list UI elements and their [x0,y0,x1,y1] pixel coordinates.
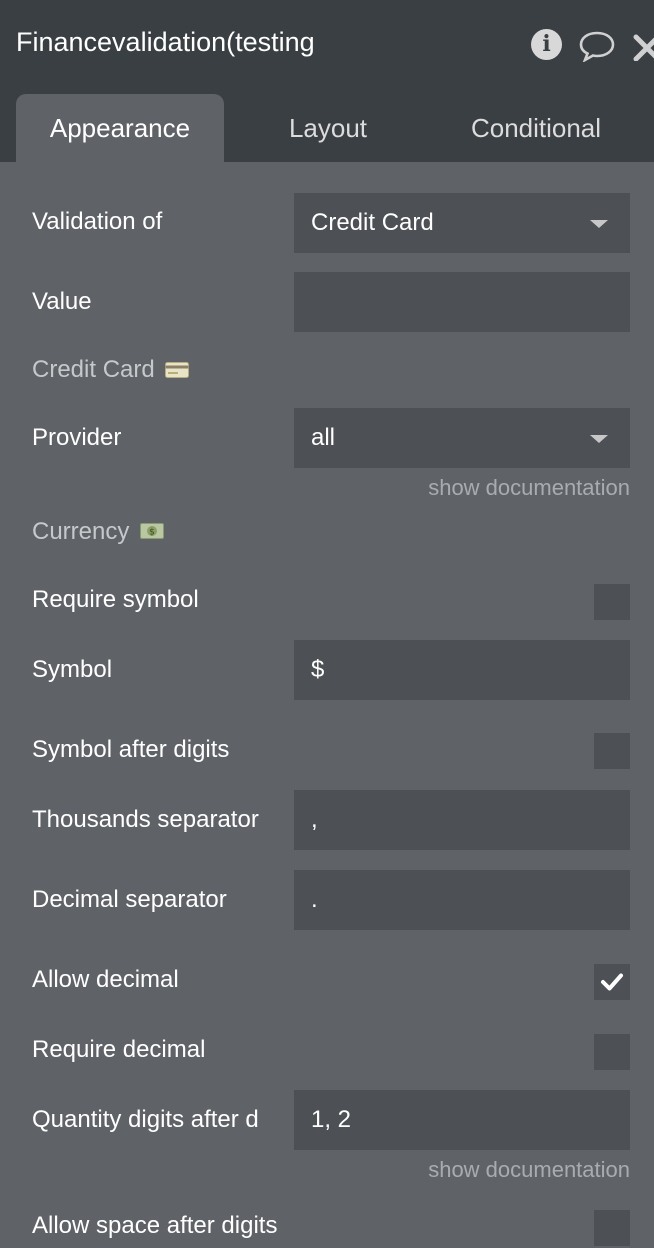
decimal-separator-label: Decimal separator [32,886,227,913]
allow-space-after-digits-label: Allow space after digits [32,1212,278,1239]
require-symbol-label: Require symbol [32,586,199,613]
property-editor-header: Financevalidation(testing i [0,0,654,80]
symbol-label: Symbol [32,656,113,683]
quantity-digits-input[interactable]: 1, 2 [294,1090,630,1150]
allow-decimal-label: Allow decimal [32,966,179,993]
svg-text:$: $ [149,528,155,538]
info-icon[interactable]: i [531,29,562,60]
provider-dropdown[interactable]: all [294,408,630,468]
require-decimal-label: Require decimal [32,1036,206,1063]
checkmark-icon [601,973,623,991]
credit-card-icon [165,362,189,378]
require-symbol-checkbox[interactable] [594,584,630,620]
decimal-separator-input[interactable]: . [294,870,630,930]
value-label: Value [32,288,92,315]
symbol-after-digits-checkbox[interactable] [594,733,630,769]
value-input[interactable] [294,272,630,332]
quantity-digits-label: Quantity digits after d [32,1106,259,1133]
chevron-down-icon [590,220,608,228]
validation-of-dropdown[interactable]: Credit Card [294,193,630,253]
allow-decimal-checkbox[interactable] [594,964,630,1000]
provider-label: Provider [32,424,122,451]
tab-layout[interactable]: Layout [224,94,432,162]
comment-icon[interactable] [578,30,616,62]
require-decimal-checkbox[interactable] [594,1034,630,1070]
allow-space-after-digits-checkbox[interactable] [594,1210,630,1246]
close-icon[interactable] [632,31,654,61]
symbol-after-digits-label: Symbol after digits [32,736,230,763]
currency-section-text: Currency [32,518,130,545]
tab-conditional[interactable]: Conditional [432,94,640,162]
thousands-separator-label: Thousands separator [32,806,259,833]
credit-card-section-label: Credit Card [32,354,155,386]
currency-section-label: Currency [32,516,129,548]
quantity-digits-show-documentation-link[interactable]: show documentation [428,1156,630,1184]
symbol-input[interactable]: $ [294,640,630,700]
element-name-title[interactable]: Financevalidation(testing [16,22,334,62]
validation-of-value: Credit Card [311,209,434,236]
provider-value: all [311,424,336,451]
money-icon: $ [140,523,164,539]
tab-bar: Appearance Layout Conditional [0,80,654,162]
validation-of-label: Validation of [32,208,163,235]
credit-card-section-text: Credit Card [32,356,155,383]
tab-appearance[interactable]: Appearance [16,94,224,162]
thousands-separator-input[interactable]: , [294,790,630,850]
provider-show-documentation-link[interactable]: show documentation [428,474,630,502]
chevron-down-icon [590,435,608,443]
